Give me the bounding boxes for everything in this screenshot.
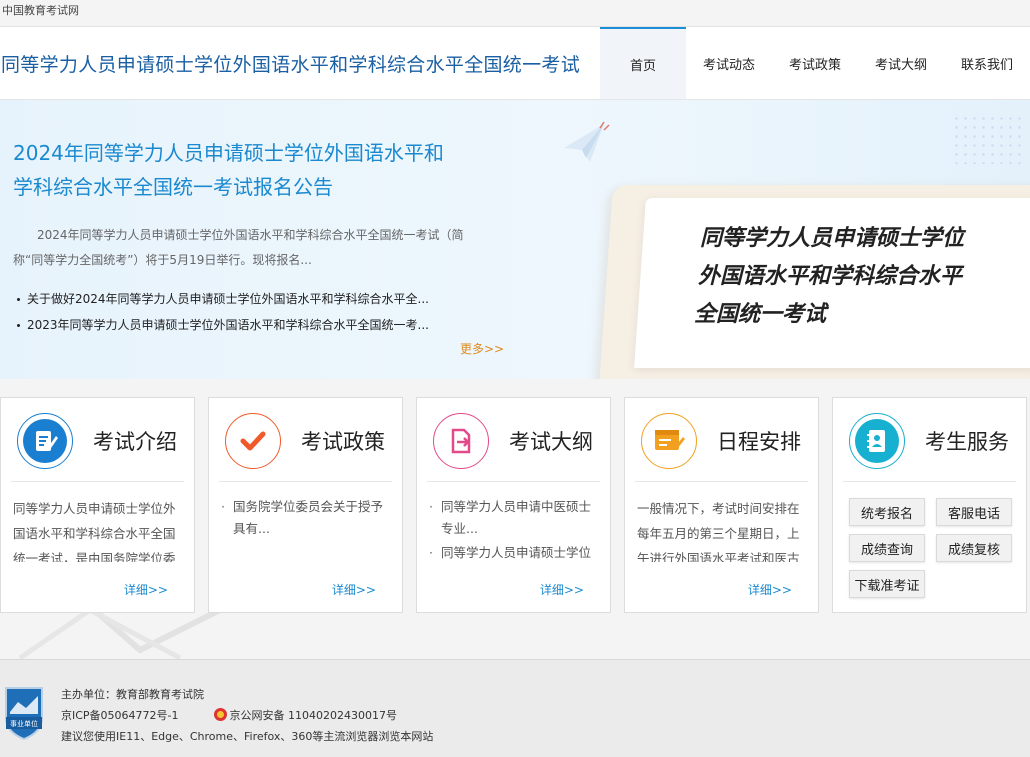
card-title[interactable]: 日程安排 [717, 426, 801, 456]
main-nav: 首页 考试动态 考试政策 考试大纲 联系我们 [600, 27, 1030, 99]
list-item[interactable]: 同等学力人员申请硕士学位外... [429, 542, 596, 562]
card-title[interactable]: 考试介绍 [93, 426, 177, 456]
policy-list: 国务院学位委员会关于授予具有... [209, 482, 402, 562]
police-emblem-icon [213, 708, 227, 721]
card-candidate-services: 考生服务 统考报名 客服电话 成绩查询 成绩复核 下载准考证 [832, 397, 1027, 613]
footer: 事业单位 主办单位：教育部教育考试院 京ICP备05064772号-1 京公网安… [0, 659, 1030, 757]
banner-headline-line1[interactable]: 2024年同等学力人员申请硕士学位外国语水平和 [13, 136, 493, 170]
more-link[interactable]: 更多>> [460, 340, 504, 357]
header: 同等学力人员申请硕士学位外国语水平和学科综合水平全国统一考试 首页 考试动态 考… [0, 27, 1030, 100]
nav-exam-policy[interactable]: 考试政策 [772, 27, 858, 99]
footer-info: 主办单位：教育部教育考试院 京ICP备05064772号-1 京公网安备 110… [61, 684, 433, 747]
schedule-icon [641, 413, 697, 469]
page-title: 同等学力人员申请硕士学位外国语水平和学科综合水平全国统一考试 [1, 54, 581, 76]
card-line: 全国统一考试 [694, 302, 827, 327]
paper-plane-icon [564, 121, 610, 162]
browser-note: 建议您使用IE11、Edge、Chrome、Firefox、360等主流浏览器浏… [61, 730, 434, 743]
detail-link[interactable]: 详细>> [124, 581, 168, 598]
nav-home[interactable]: 首页 [600, 27, 686, 99]
detail-link[interactable]: 详细>> [332, 581, 376, 598]
news-item[interactable]: 2023年同等学力人员申请硕士学位外国语水平和学科综合水平全国统一考... [16, 312, 456, 338]
checkmark-icon [225, 413, 281, 469]
card-title[interactable]: 考试大纲 [509, 426, 593, 456]
syllabus-list: 同等学力人员申请中医硕士专业... 同等学力人员申请硕士学位外... [417, 482, 610, 562]
top-bar: 中国教育考试网 [0, 0, 1030, 27]
banner-headline-line2[interactable]: 学科综合水平全国统一考试报名公告 [13, 170, 493, 204]
card-title[interactable]: 考试政策 [301, 426, 385, 456]
score-review-button[interactable]: 成绩复核 [936, 534, 1012, 562]
list-item[interactable]: 同等学力人员申请中医硕士专业... [429, 496, 596, 540]
register-button[interactable]: 统考报名 [849, 498, 925, 526]
public-institution-badge[interactable]: 事业单位 [2, 684, 46, 740]
download-ticket-button[interactable]: 下载准考证 [849, 570, 925, 598]
badge-text: 事业单位 [10, 719, 38, 728]
news-item[interactable]: 关于做好2024年同等学力人员申请硕士学位外国语水平和学科综合水平全... [16, 286, 456, 312]
banner-headline[interactable]: 2024年同等学力人员申请硕士学位外国语水平和 学科综合水平全国统一考试报名公告 [13, 136, 493, 204]
file-export-icon [433, 413, 489, 469]
hero-banner: 2024年同等学力人员申请硕士学位外国语水平和 学科综合水平全国统一考试报名公告… [0, 100, 1030, 379]
service-phone-button[interactable]: 客服电话 [936, 498, 1012, 526]
card-title[interactable]: 考生服务 [925, 426, 1009, 456]
card-line: 同等学力人员申请硕士学位 [700, 226, 965, 251]
contact-book-icon [849, 413, 905, 469]
banner-description: 2024年同等学力人员申请硕士学位外国语水平和学科综合水平全国统一考试（简称“同… [13, 228, 464, 267]
detail-link[interactable]: 详细>> [748, 581, 792, 598]
icp-number[interactable]: 京ICP备05064772号-1 [61, 709, 179, 722]
card-exam-syllabus: 考试大纲 同等学力人员申请中医硕士专业... 同等学力人员申请硕士学位外... … [416, 397, 611, 613]
service-cards: 考试介绍 同等学力人员申请硕士学位外国语水平和学科综合水平全国统一考试，是由国务… [0, 397, 1030, 615]
nav-exam-syllabus[interactable]: 考试大纲 [858, 27, 944, 99]
card-text: 同等学力人员申请硕士学位外国语水平和学科综合水平全国统一考试，是由国务院学位委 [13, 501, 176, 562]
nav-contact-us[interactable]: 联系我们 [944, 27, 1030, 99]
list-item[interactable]: 国务院学位委员会关于授予具有... [221, 496, 388, 540]
banner-news-list: 关于做好2024年同等学力人员申请硕士学位外国语水平和学科综合水平全... 20… [16, 286, 456, 338]
decorative-dots [952, 114, 1022, 164]
document-edit-icon [17, 413, 73, 469]
host-unit: 主办单位：教育部教育考试院 [61, 688, 204, 701]
card-exam-policy: 考试政策 国务院学位委员会关于授予具有... 详细>> [208, 397, 403, 613]
banner-card-text: 同等学力人员申请硕士学位 外国语水平和学科综合水平 全国统一考试 [694, 220, 965, 334]
card-text: 一般情况下，考试时间安排在每年五月的第三个星期日，上午进行外国语水平考试和医古 [637, 501, 800, 562]
card-schedule: 日程安排 一般情况下，考试时间安排在每年五月的第三个星期日，上午进行外国语水平考… [624, 397, 819, 613]
police-record[interactable]: 京公网安备 11040202430017号 [230, 709, 397, 722]
nav-exam-news[interactable]: 考试动态 [686, 27, 772, 99]
card-exam-intro: 考试介绍 同等学力人员申请硕士学位外国语水平和学科综合水平全国统一考试，是由国务… [0, 397, 195, 613]
site-name[interactable]: 中国教育考试网 [2, 4, 79, 17]
detail-link[interactable]: 详细>> [540, 581, 584, 598]
card-line: 外国语水平和学科综合水平 [698, 264, 963, 289]
score-query-button[interactable]: 成绩查询 [849, 534, 925, 562]
